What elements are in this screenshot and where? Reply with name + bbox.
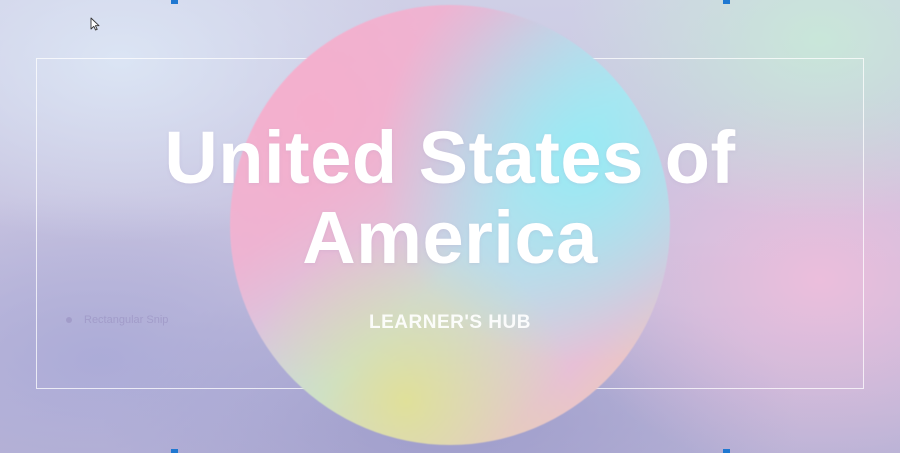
selection-handle-bottom-right[interactable]: [723, 449, 730, 453]
selection-handle-top-right[interactable]: [723, 0, 730, 4]
dot-icon: [66, 317, 72, 323]
title-line-1: United States of: [164, 116, 736, 199]
rectangular-snip-option: Rectangular Snip: [66, 314, 168, 326]
selection-handle-bottom-left[interactable]: [171, 449, 178, 453]
slide-title[interactable]: United States of America: [36, 118, 864, 278]
rectangular-snip-label: Rectangular Snip: [84, 314, 169, 326]
selection-handle-top-left[interactable]: [171, 0, 178, 4]
title-line-2: America: [302, 196, 598, 279]
mouse-pointer-icon: [90, 17, 100, 31]
